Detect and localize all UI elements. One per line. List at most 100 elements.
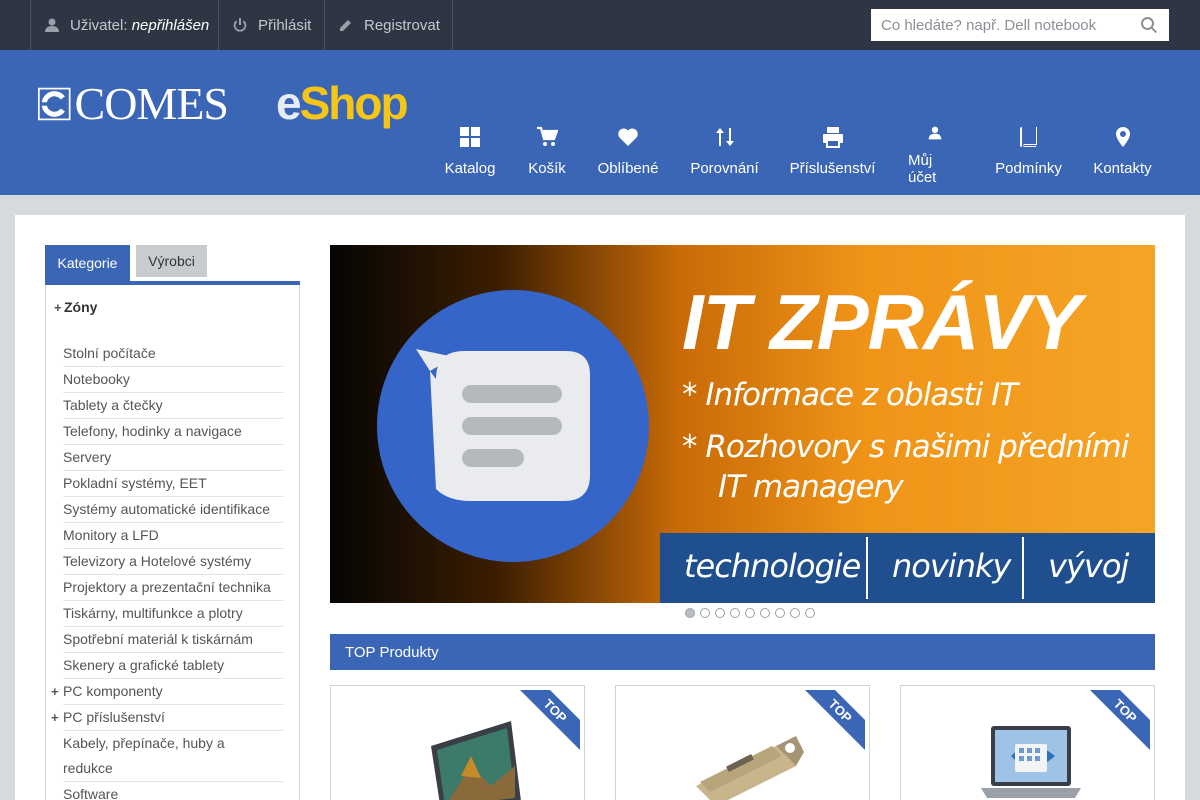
slider-dot[interactable] — [685, 608, 695, 618]
nav-kontakty[interactable]: Kontakty — [1093, 126, 1152, 186]
banner-divider — [1022, 537, 1024, 599]
tab-vyrobci[interactable]: Výrobci — [136, 245, 207, 277]
expand-plus-icon: + — [54, 299, 62, 315]
power-icon — [233, 18, 247, 32]
nav-label: Podmínky — [995, 160, 1062, 177]
top-bar: Uživatel: nepřihlášen Přihlásit Registro… — [0, 0, 1200, 50]
promo-banner[interactable]: IT ZPRÁVY * Informace z oblasti IT * Roz… — [330, 245, 1155, 603]
sidebar-tabs: Kategorie Výrobci — [45, 245, 300, 285]
search-icon — [1141, 17, 1157, 34]
banner-title: IT ZPRÁVY — [682, 278, 1081, 366]
category-list: Stolní počítače Notebooky Tablety a čteč… — [51, 341, 283, 800]
category-item[interactable]: Telefony, hodinky a navigace — [63, 419, 283, 445]
zone-title-label: Zóny — [64, 299, 98, 315]
eshop-logo-shop: Shop — [299, 77, 409, 129]
expand-plus-icon[interactable]: + — [51, 705, 61, 730]
slider-dot[interactable] — [715, 608, 725, 618]
comes-logo-text: COMES — [74, 78, 229, 129]
category-item[interactable]: Televizory a Hotelové systémy — [63, 549, 283, 575]
category-item[interactable]: + PC komponenty — [51, 679, 283, 705]
top-ribbon: TOP — [805, 690, 865, 750]
category-item[interactable]: Stolní počítače — [63, 341, 283, 367]
slider-dots — [685, 608, 815, 618]
user-icon — [928, 126, 942, 140]
usb-flash-drive-image — [696, 736, 804, 800]
category-item[interactable]: Projektory a prezentační technika — [63, 575, 283, 601]
nav-prislusenstvi[interactable]: Příslušenství — [790, 126, 875, 186]
category-item-continuation[interactable]: redukce — [63, 756, 283, 782]
category-item[interactable]: Notebooky — [63, 367, 283, 393]
laptop-product-image — [431, 721, 521, 800]
category-item[interactable]: Tablety a čtečky — [63, 393, 283, 419]
login-label: Přihlásit — [258, 16, 312, 34]
heart-icon — [618, 128, 638, 146]
banner-bullet: * Rozhovory s našimi předními — [682, 429, 1129, 465]
nav-porovnani[interactable]: Porovnání — [690, 126, 759, 186]
category-item[interactable]: Tiskárny, multifunkce a plotry — [63, 601, 283, 627]
zone-toggle[interactable]: + Zóny — [54, 299, 97, 315]
grid-icon — [460, 127, 480, 147]
search-button[interactable] — [1140, 16, 1158, 34]
tab-kategorie[interactable]: Kategorie — [45, 245, 130, 281]
category-panel: + Zóny Stolní počítače Notebooky Tablety… — [45, 285, 300, 800]
user-label: Uživatel: — [70, 16, 128, 34]
slider-dot[interactable] — [805, 608, 815, 618]
banner-bullet: * Informace z oblasti IT — [682, 377, 1018, 413]
slider-dot[interactable] — [745, 608, 755, 618]
sort-arrows-icon — [715, 128, 734, 146]
category-item[interactable]: + PC příslušenství — [51, 705, 283, 731]
product-card[interactable]: TOP — [615, 685, 870, 800]
banner-bullet: IT managery — [718, 469, 904, 505]
nav-oblibene[interactable]: Oblíbené — [597, 126, 659, 186]
book-icon — [1019, 127, 1037, 147]
banner-tag: novinky — [892, 547, 1011, 585]
nav-label: Oblíbené — [597, 160, 659, 177]
category-item[interactable]: Software — [63, 782, 283, 800]
eshop-logo-e: e — [276, 77, 302, 129]
banner-tag: technologie — [684, 547, 861, 585]
expand-plus-icon[interactable]: + — [51, 679, 61, 704]
comes-logo[interactable]: COMES — [38, 78, 229, 129]
nav-kosik[interactable]: Košík — [528, 126, 566, 186]
slider-dot[interactable] — [700, 608, 710, 618]
nav-muj-ucet[interactable]: Můj účet — [908, 126, 962, 186]
top-ribbon: TOP — [520, 690, 580, 750]
user-icon — [45, 18, 59, 32]
search-input[interactable] — [871, 9, 1169, 41]
slider-dot[interactable] — [760, 608, 770, 618]
category-item[interactable]: Kabely, přepínače, huby a — [63, 731, 283, 756]
user-status: Uživatel: nepřihlášen — [30, 0, 218, 50]
site-header: COMES eShop Katalog Košík Oblíbené Porov… — [0, 50, 1200, 195]
main-content: Kategorie Výrobci + Zóny Stolní počítače… — [15, 215, 1185, 800]
message-bubble-icon — [377, 290, 649, 562]
slider-dot[interactable] — [775, 608, 785, 618]
product-card[interactable]: TOP — [330, 685, 585, 800]
category-item[interactable]: Monitory a LFD — [63, 523, 283, 549]
nav-label: Košík — [528, 160, 566, 177]
laptop-product-image — [981, 726, 1081, 798]
nav-podminky[interactable]: Podmínky — [995, 126, 1062, 186]
nav-label: Kontakty — [1093, 160, 1152, 177]
nav-label: Katalog — [444, 160, 496, 177]
pencil-icon — [340, 20, 351, 31]
nav-label: Porovnání — [690, 160, 759, 177]
nav-katalog[interactable]: Katalog — [444, 126, 496, 186]
category-item[interactable]: Skenery a grafické tablety — [63, 653, 283, 679]
map-pin-icon — [1115, 127, 1130, 147]
printer-icon — [822, 127, 843, 148]
category-item[interactable]: Servery — [63, 445, 283, 471]
category-item[interactable]: Spotřební materiál k tiskárnám — [63, 627, 283, 653]
register-link[interactable]: Registrovat — [324, 0, 453, 50]
user-status-value: nepřihlášen — [131, 16, 210, 34]
nav-label: Můj účet — [908, 152, 937, 186]
login-link[interactable]: Přihlásit — [218, 0, 325, 50]
slider-dot[interactable] — [790, 608, 800, 618]
slider-dot[interactable] — [730, 608, 740, 618]
category-item[interactable]: Systémy automatické identifikace — [63, 497, 283, 523]
product-card[interactable]: TOP — [900, 685, 1155, 800]
top-ribbon: TOP — [1090, 690, 1150, 750]
comes-logo-mark — [38, 87, 71, 121]
eshop-logo[interactable]: eShop — [276, 76, 409, 130]
cart-icon — [537, 126, 558, 146]
category-item[interactable]: Pokladní systémy, EET — [63, 471, 283, 497]
